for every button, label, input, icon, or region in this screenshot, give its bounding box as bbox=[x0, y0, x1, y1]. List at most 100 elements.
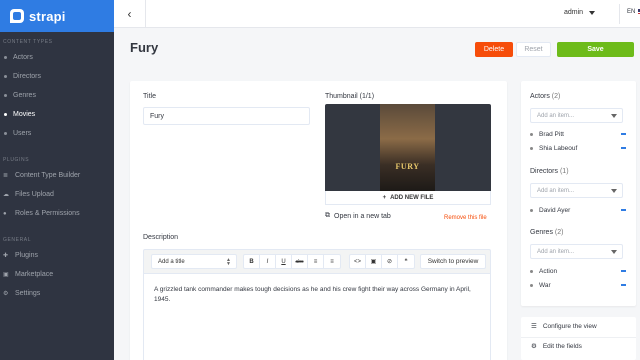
sidebar-item-directors[interactable]: Directors bbox=[0, 67, 114, 86]
sidebar-item-genres[interactable]: Genres bbox=[0, 86, 114, 105]
poster-title: FURY bbox=[395, 162, 420, 171]
remove-icon[interactable] bbox=[621, 270, 626, 272]
sidebar-item-label: Actors bbox=[13, 54, 33, 61]
username: admin bbox=[564, 9, 584, 16]
sidebar-item-label: Movies bbox=[13, 111, 36, 118]
external-link-icon: ⧉ bbox=[325, 212, 330, 219]
bullet-icon bbox=[4, 132, 7, 135]
bold-button[interactable]: B bbox=[244, 255, 260, 268]
strikethrough-button[interactable]: abc bbox=[292, 255, 308, 268]
directors-placeholder: Add an item... bbox=[537, 187, 575, 194]
list-item: David Ayer bbox=[530, 204, 626, 216]
remove-icon[interactable] bbox=[621, 133, 626, 135]
sidebar-item-label: Content Type Builder bbox=[15, 172, 81, 179]
description-editor[interactable]: A grizzled tank commander makes tough de… bbox=[143, 273, 491, 360]
brand-name: strapi bbox=[29, 8, 66, 24]
top-bar: ‹ admin EN bbox=[114, 0, 640, 28]
numbered-list-button[interactable]: ≡ bbox=[324, 255, 340, 268]
italic-button[interactable]: I bbox=[260, 255, 276, 268]
divider bbox=[619, 4, 620, 24]
open-in-new-tab-link[interactable]: ⧉ Open in a new tab bbox=[325, 212, 391, 220]
brand-logo[interactable]: strapi bbox=[0, 0, 114, 32]
sidebar-item-label: Settings bbox=[15, 290, 41, 297]
sidebar-item-settings[interactable]: ⚙ Settings bbox=[0, 284, 114, 303]
actor-name: Shia Labeouf bbox=[539, 144, 578, 152]
sidebar-item-movies[interactable]: Movies bbox=[0, 105, 114, 124]
configure-view-link[interactable]: ☰ Configure the view bbox=[531, 322, 597, 331]
sidebar-item-label: Genres bbox=[13, 92, 36, 99]
genres-count: (2) bbox=[554, 229, 564, 236]
directors-select[interactable]: Add an item... bbox=[530, 183, 623, 198]
genres-select[interactable]: Add an item... bbox=[530, 244, 623, 259]
genre-name: War bbox=[539, 281, 551, 289]
nav-section-general: GENERAL bbox=[3, 237, 32, 243]
sidebar-item-label: Marketplace bbox=[15, 271, 54, 278]
gear-icon: ⚙ bbox=[3, 291, 9, 297]
user-menu[interactable]: admin bbox=[564, 9, 596, 16]
sidebar-item-marketplace[interactable]: ▣ Marketplace bbox=[0, 265, 114, 284]
remove-icon[interactable] bbox=[621, 209, 626, 211]
heading-select[interactable]: Add a title ▲ ▼ bbox=[151, 254, 237, 269]
title-input[interactable]: Fury bbox=[143, 107, 310, 125]
edit-fields-label: Edit the fields bbox=[542, 342, 582, 350]
edit-fields-link[interactable]: ⚙ Edit the fields bbox=[531, 342, 582, 351]
remove-icon[interactable] bbox=[621, 284, 626, 286]
chevron-down-icon bbox=[611, 250, 617, 254]
chevron-down-icon bbox=[611, 114, 617, 118]
code-button[interactable]: <> bbox=[350, 255, 366, 268]
nav-section-plugins: PLUGINS bbox=[3, 157, 30, 163]
view-settings-card: ☰ Configure the view ⚙ Edit the fields bbox=[521, 317, 636, 360]
chevron-down-icon bbox=[611, 189, 617, 193]
list-item: Shia Labeouf bbox=[530, 142, 626, 154]
gear-icon: ⚙ bbox=[531, 343, 537, 350]
remove-icon[interactable] bbox=[621, 147, 626, 149]
sidebar-item-roles-permissions[interactable]: ● Roles & Permissions bbox=[0, 204, 114, 223]
divider bbox=[521, 337, 636, 338]
sidebar-item-files-upload[interactable]: ☁ Files Upload bbox=[0, 185, 114, 204]
actors-placeholder: Add an item... bbox=[537, 112, 575, 119]
underline-button[interactable]: U bbox=[276, 255, 292, 268]
language-switcher[interactable]: EN bbox=[627, 9, 640, 15]
caret-down-icon bbox=[589, 10, 596, 15]
sidebar-item-label: Directors bbox=[13, 73, 42, 80]
actor-name: Brad Pitt bbox=[539, 130, 564, 138]
bulleted-list-button[interactable]: ≡ bbox=[308, 255, 324, 268]
sidebar-item-users[interactable]: Users bbox=[0, 124, 114, 143]
director-name: David Ayer bbox=[539, 206, 571, 214]
switch-to-preview-button[interactable]: Switch to preview bbox=[420, 254, 486, 269]
directors-count: (1) bbox=[559, 168, 569, 175]
image-button[interactable]: ▣ bbox=[366, 255, 382, 268]
heading-select-value: Add a title bbox=[158, 258, 185, 265]
sidebar-item-content-type-builder[interactable]: ≣ Content Type Builder bbox=[0, 166, 114, 185]
actors-label: Actors (2) bbox=[530, 93, 560, 100]
shopping-basket-icon: ▣ bbox=[3, 272, 9, 278]
sidebar-item-label: Plugins bbox=[15, 252, 38, 259]
thumbnail-preview[interactable]: FURY bbox=[325, 104, 491, 191]
title-label: Title bbox=[143, 93, 156, 100]
sidebar-item-actors[interactable]: Actors bbox=[0, 48, 114, 67]
bullet-icon bbox=[530, 146, 533, 150]
actors-select[interactable]: Add an item... bbox=[530, 108, 623, 123]
chevron-left-icon: ‹ bbox=[127, 7, 132, 21]
add-new-file-button[interactable]: + ADD NEW FILE bbox=[325, 191, 491, 205]
sidebar-item-label: Roles & Permissions bbox=[15, 210, 80, 217]
link-button[interactable]: ⊘ bbox=[382, 255, 398, 268]
reset-button[interactable]: Reset bbox=[516, 42, 551, 57]
thumbnail-label: Thumbnail (1/1) bbox=[325, 93, 375, 100]
list-item: Action bbox=[530, 265, 626, 277]
add-file-label: ADD NEW FILE bbox=[390, 194, 434, 201]
back-button[interactable]: ‹ bbox=[114, 0, 146, 28]
genre-name: Action bbox=[539, 267, 558, 275]
delete-button[interactable]: Delete bbox=[475, 42, 513, 57]
genres-placeholder: Add an item... bbox=[537, 248, 575, 255]
bullet-icon bbox=[530, 283, 533, 287]
sidebar: strapi CONTENT TYPES Actors Directors Ge… bbox=[0, 0, 114, 360]
layers-icon: ≣ bbox=[3, 173, 9, 179]
sidebar-item-plugins[interactable]: ✚ Plugins bbox=[0, 246, 114, 265]
quote-button[interactable]: ❝ bbox=[398, 255, 414, 268]
configure-view-label: Configure the view bbox=[542, 322, 597, 330]
bullet-icon bbox=[530, 269, 533, 273]
save-button[interactable]: Save bbox=[557, 42, 634, 57]
users-icon: ● bbox=[3, 210, 7, 217]
remove-file-link[interactable]: Remove this file bbox=[444, 215, 487, 221]
